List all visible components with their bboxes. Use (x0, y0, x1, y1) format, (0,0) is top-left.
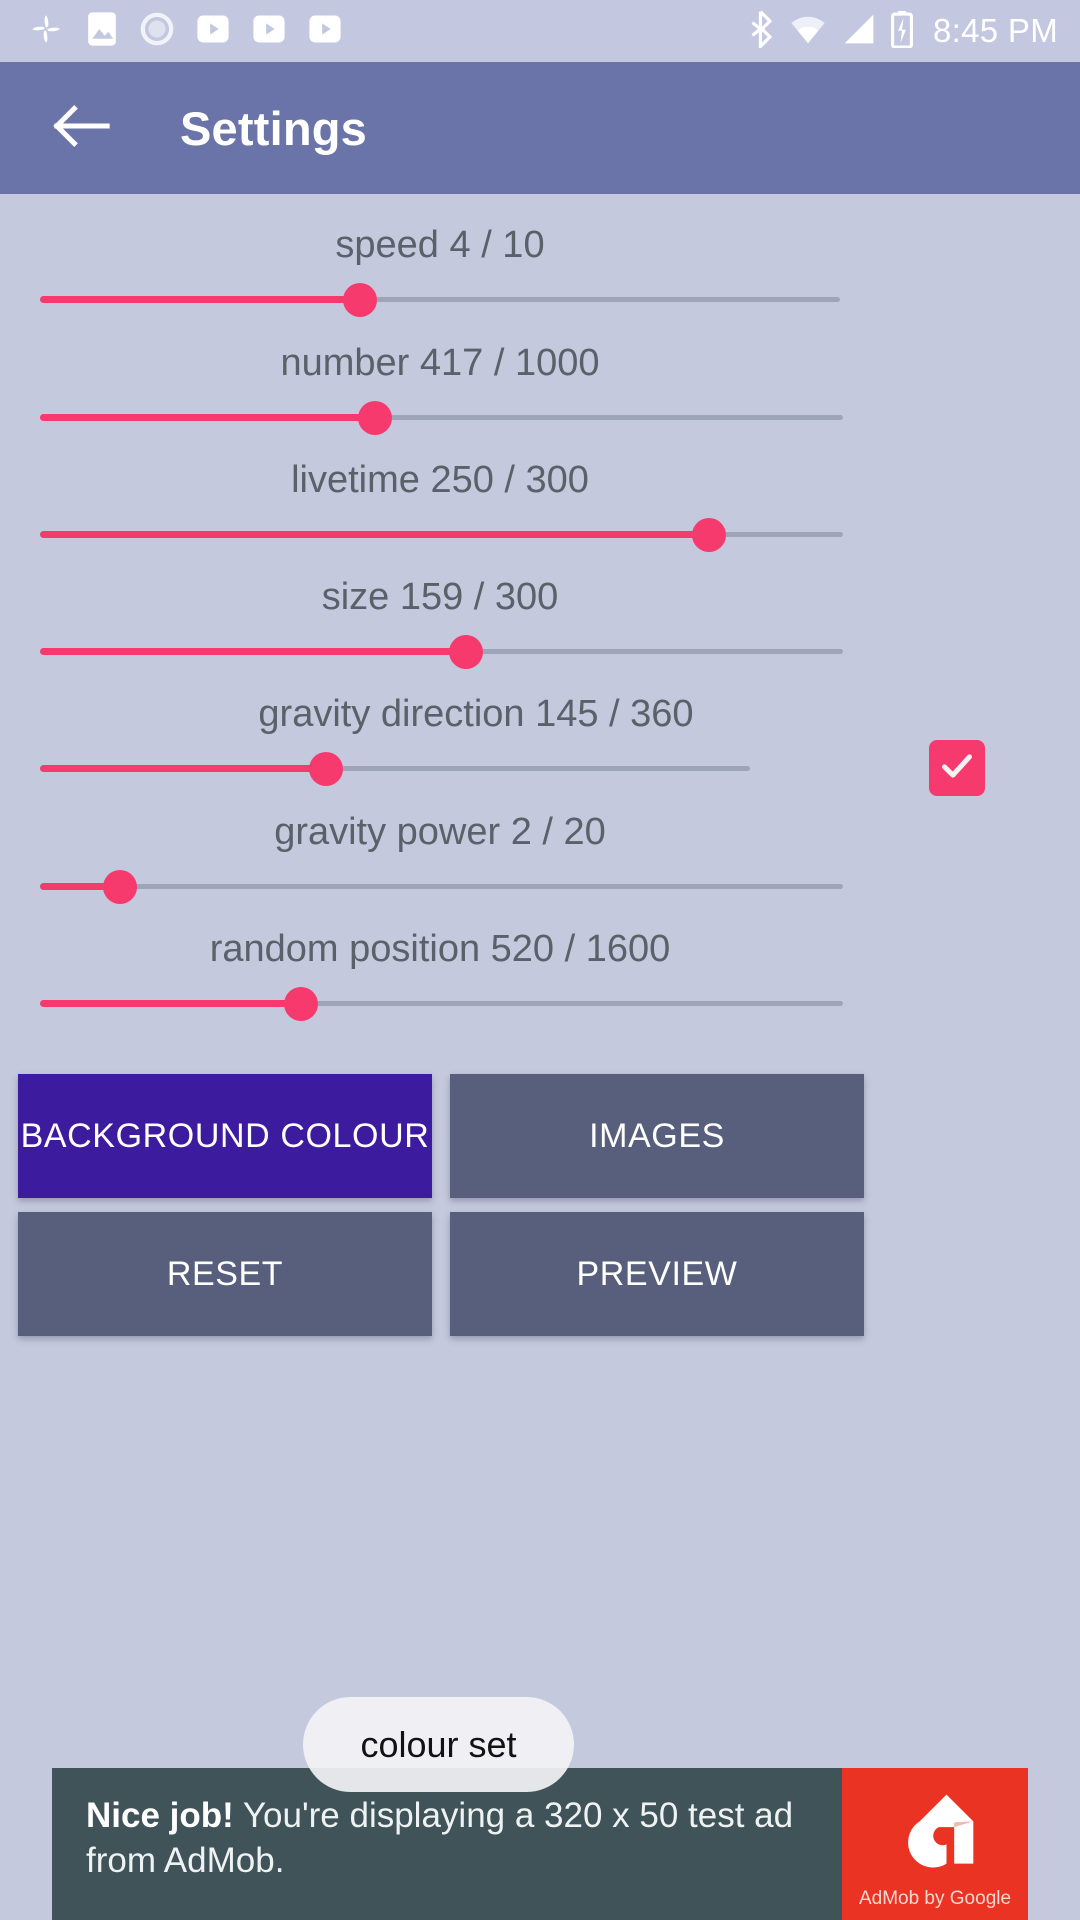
slider-fill-speed (40, 296, 360, 303)
slider-label-size: size 159 / 300 (321, 576, 559, 618)
wifi-icon (789, 13, 827, 50)
slider-label-number: number 417 / 1000 (280, 342, 600, 384)
status-bar-system-icons: 8:45 PM (749, 9, 1058, 53)
slider-thumb-speed[interactable] (343, 283, 377, 317)
back-button[interactable] (48, 94, 116, 162)
youtube-icon (308, 14, 342, 49)
bluetooth-icon (749, 9, 775, 53)
status-bar: 8:45 PM (0, 0, 1080, 62)
background-colour-button-label: BACKGROUND COLOUR (20, 1116, 430, 1155)
cell-signal-icon (841, 13, 877, 50)
preview-button-label: PREVIEW (576, 1254, 738, 1293)
battery-charging-icon (891, 10, 913, 53)
slider-thumb-gravity-power[interactable] (103, 870, 138, 904)
app-bar: Settings (0, 62, 1080, 194)
slider-thumb-livetime[interactable] (691, 518, 726, 552)
circle-spinner-icon (140, 12, 174, 51)
slider-fill-number (40, 414, 375, 421)
slider-livetime[interactable] (0, 511, 1080, 557)
slider-thumb-size[interactable] (448, 635, 483, 669)
slider-fill-size (40, 648, 466, 655)
ad-logo-caption: AdMob by Google (858, 1887, 1012, 1909)
slider-track-gravity-power (40, 884, 843, 889)
image-icon (86, 11, 118, 52)
images-button-label: IMAGES (589, 1116, 725, 1155)
youtube-icon (196, 14, 230, 49)
slider-label-gravity-power: gravity power 2 / 20 (274, 811, 606, 853)
slider-label-gravity-direction: gravity direction 145 / 360 (258, 693, 694, 735)
ad-headline: Nice job! (86, 1796, 234, 1835)
back-arrow-icon (53, 104, 111, 153)
status-bar-notification-icons (28, 11, 749, 52)
slider-label-random-position: random position 520 / 1600 (209, 928, 671, 970)
slider-thumb-random-position[interactable] (283, 987, 318, 1021)
slider-number[interactable] (0, 394, 1080, 440)
preview-button[interactable]: PREVIEW (450, 1212, 864, 1336)
settings-content: speed 4 / 10 number 417 / 1000 livetime 25… (0, 194, 1080, 1920)
slider-label-speed: speed 4 / 10 (335, 224, 545, 266)
slider-fill-livetime (40, 531, 709, 538)
slider-size[interactable] (0, 628, 1080, 674)
slider-thumb-gravity-direction[interactable] (309, 752, 344, 786)
admob-logo-icon (889, 1785, 981, 1882)
page-title: Settings (180, 101, 368, 155)
images-button[interactable]: IMAGES (450, 1074, 864, 1198)
photos-pinwheel-icon (28, 11, 64, 52)
toast-text: colour set (360, 1723, 517, 1765)
slider-fill-gravity-direction (40, 765, 327, 772)
slider-label-livetime: livetime 250 / 300 (291, 459, 589, 501)
toast-message: colour set (303, 1697, 574, 1792)
status-bar-clock: 8:45 PM (933, 12, 1058, 49)
slider-speed[interactable] (0, 276, 1080, 322)
checkmark-icon (937, 746, 977, 791)
slider-thumb-number[interactable] (357, 401, 392, 435)
background-colour-button[interactable]: BACKGROUND COLOUR (18, 1074, 432, 1198)
ad-logo-area: AdMob by Google (842, 1768, 1028, 1920)
reset-button[interactable]: RESET (18, 1212, 432, 1336)
youtube-icon (252, 14, 286, 49)
slider-fill-random-position (40, 1000, 301, 1007)
gravity-direction-checkbox[interactable] (929, 740, 985, 796)
slider-random-position[interactable] (0, 980, 1080, 1026)
slider-gravity-direction[interactable] (0, 745, 1080, 791)
admob-test-ad-banner[interactable]: Nice job! You're displaying a 320 x 50 t… (52, 1768, 1028, 1920)
reset-button-label: RESET (166, 1254, 284, 1293)
slider-gravity-power[interactable] (0, 863, 1080, 909)
